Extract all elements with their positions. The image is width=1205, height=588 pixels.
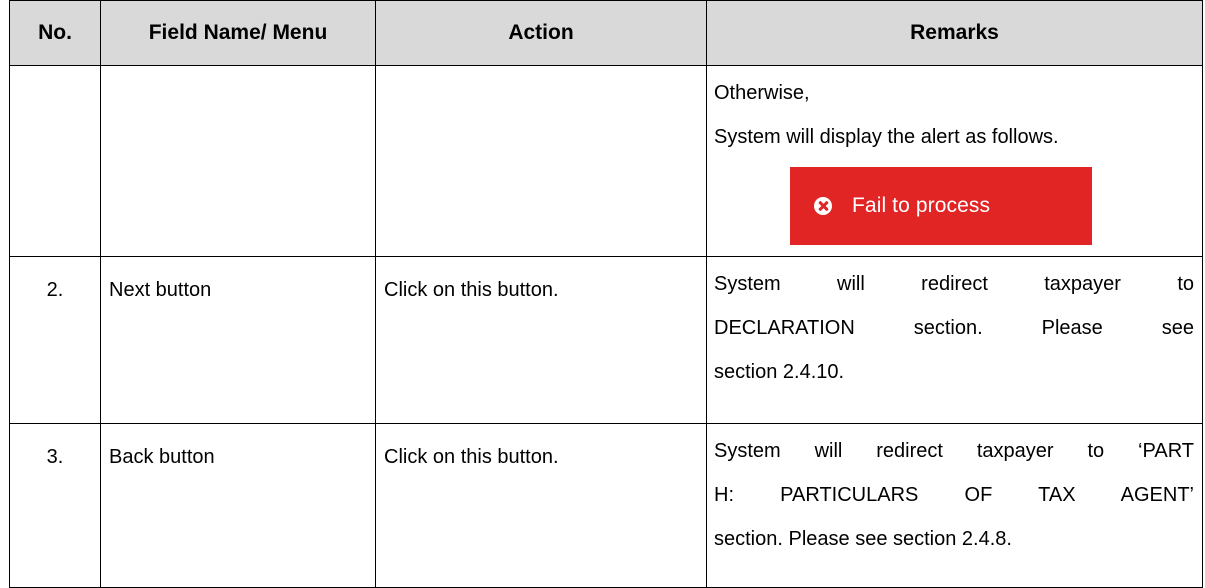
row3-remarks-cell: System will redirect taxpayer to ‘PART H… bbox=[706, 423, 1203, 588]
row1-field-cell bbox=[100, 65, 376, 257]
documentation-table: No. Field Name/ Menu Action Remarks Othe… bbox=[9, 0, 1203, 588]
remarks-text: section 2.4.10. bbox=[714, 361, 845, 383]
action-text: Click on this button. bbox=[375, 423, 707, 588]
row2-remarks-cell: System will redirect taxpayer to DECLARA… bbox=[706, 256, 1203, 424]
row-number: 3. bbox=[9, 423, 101, 588]
table-header-row: No. Field Name/ Menu Action Remarks bbox=[9, 0, 1203, 66]
action-text: Click on this button. bbox=[375, 256, 707, 424]
row1-action-cell bbox=[375, 65, 707, 257]
header-field-name: Field Name/ Menu bbox=[100, 0, 376, 66]
header-remarks: Remarks bbox=[706, 0, 1203, 66]
remarks-text: H: PARTICULARS OF TAX AGENT’ bbox=[714, 484, 1194, 506]
row1-remarks-cell: Otherwise, System will display the alert… bbox=[706, 65, 1203, 257]
row-number: 2. bbox=[9, 256, 101, 424]
fail-alert: Fail to process bbox=[790, 167, 1092, 245]
remarks-text: System will redirect taxpayer to ‘PART bbox=[714, 440, 1194, 462]
close-circle-icon bbox=[814, 197, 832, 215]
remarks-text: Otherwise, bbox=[714, 82, 810, 104]
table-row: 2. Next button Click on this button. Sys… bbox=[9, 256, 1203, 424]
field-name: Back button bbox=[100, 423, 376, 588]
header-action: Action bbox=[375, 0, 707, 66]
alert-example: Fail to process bbox=[714, 159, 1194, 256]
remarks-text: System will redirect taxpayer to bbox=[714, 273, 1194, 295]
row1-no-cell bbox=[9, 65, 101, 257]
alert-message: Fail to process bbox=[852, 194, 991, 217]
remarks-text: System will display the alert as follows… bbox=[714, 126, 1059, 148]
remarks-text: section. Please see section 2.4.8. bbox=[714, 528, 1012, 550]
table-row: 3. Back button Click on this button. Sys… bbox=[9, 423, 1203, 588]
table-row: Otherwise, System will display the alert… bbox=[9, 65, 1203, 257]
header-no: No. bbox=[9, 0, 101, 66]
remarks-text: DECLARATION section. Please see bbox=[714, 317, 1194, 339]
field-name: Next button bbox=[100, 256, 376, 424]
